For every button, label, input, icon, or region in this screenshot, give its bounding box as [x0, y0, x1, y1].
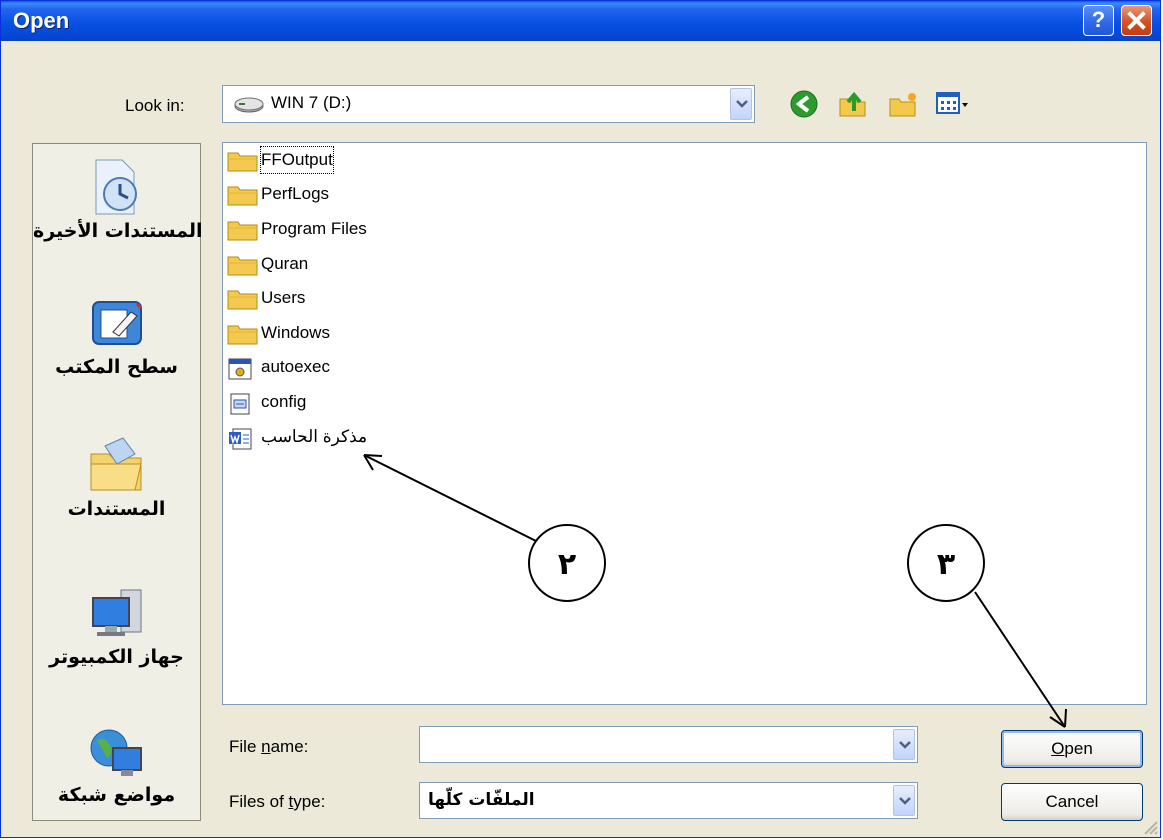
annotation-number-2: ٢ [558, 547, 576, 582]
annotation-arrow-2 [363, 454, 539, 543]
annotation-overlay: ٢ ٣ [363, 454, 1067, 728]
annotation-arrow-3 [974, 591, 1067, 728]
annotation-number-3: ٣ [937, 547, 955, 582]
